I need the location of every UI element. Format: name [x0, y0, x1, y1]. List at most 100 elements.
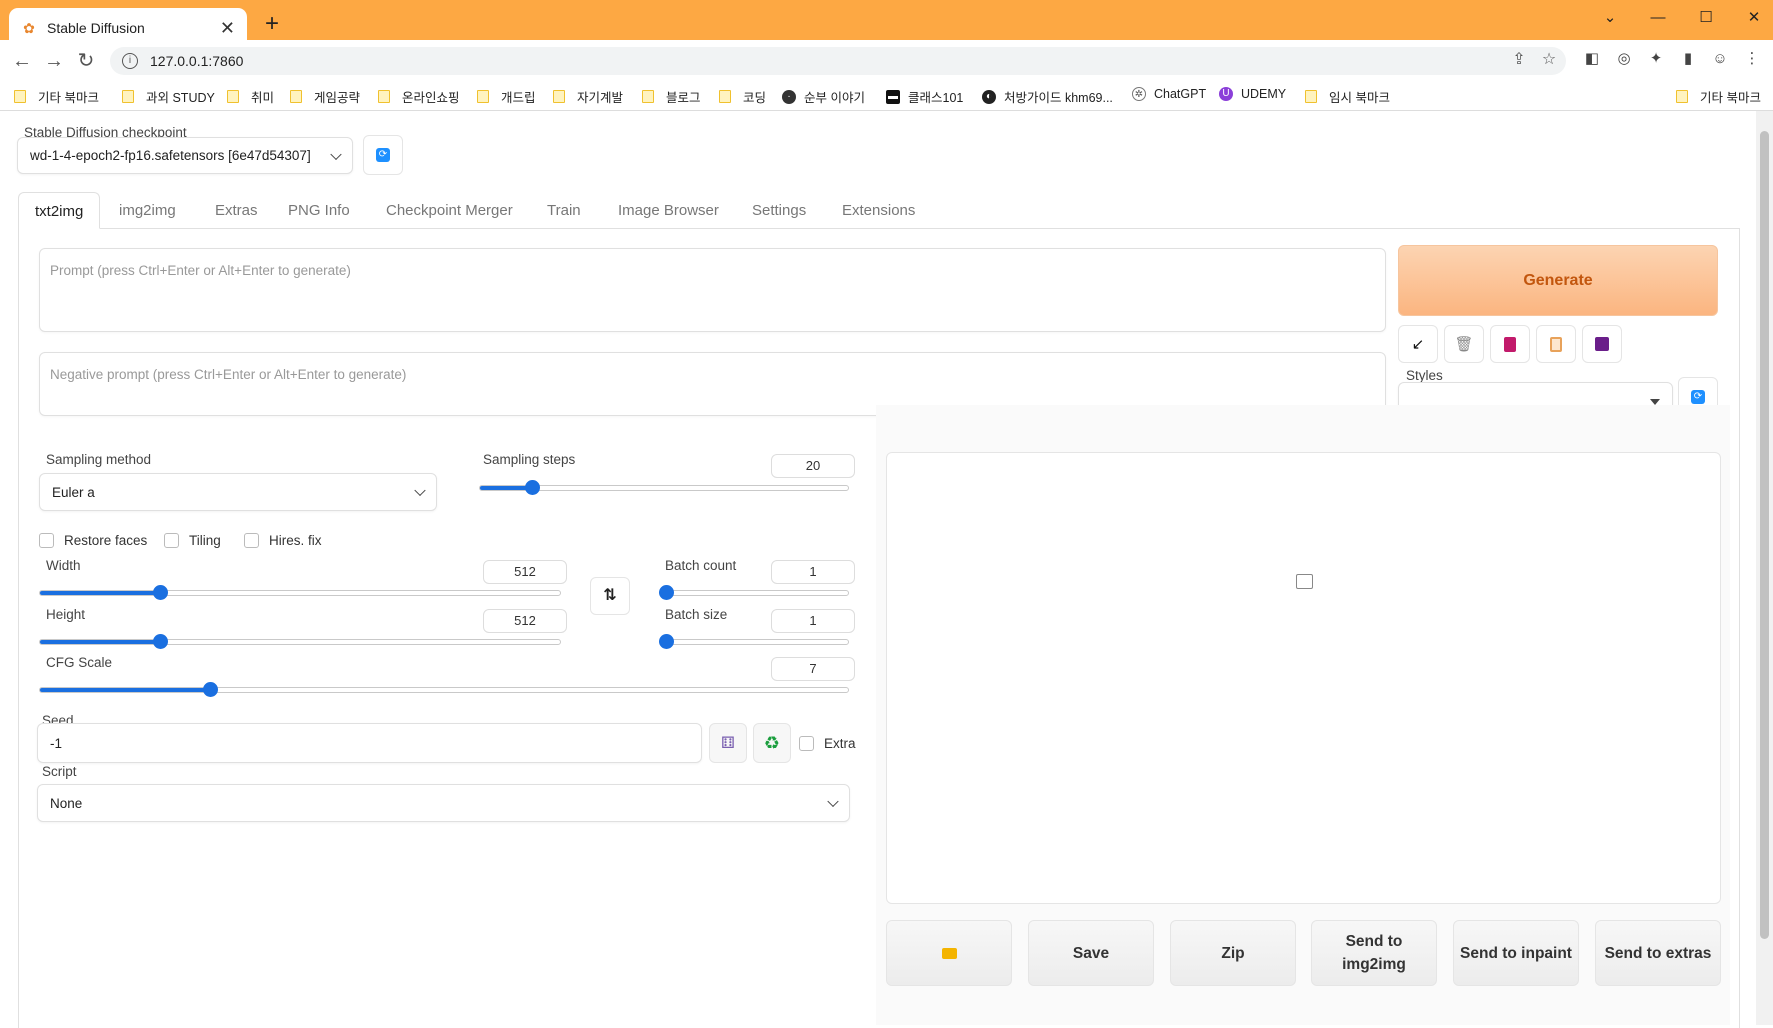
bookmark-item[interactable]: 게임공략: [290, 87, 360, 106]
bookmark-item[interactable]: · 순부 이야기: [782, 87, 865, 106]
bookmark-item[interactable]: 과외 STUDY: [122, 87, 215, 106]
clipboard-icon: [1550, 336, 1562, 352]
bookmark-label: 개드립: [501, 91, 536, 105]
script-select[interactable]: None: [37, 784, 850, 822]
send-to-img2img-button[interactable]: Send to img2img: [1311, 920, 1437, 986]
forward-button[interactable]: →: [40, 48, 68, 74]
menu-kebab-icon[interactable]: ⋮: [1740, 47, 1764, 71]
bookmark-label: UDEMY: [1241, 87, 1287, 101]
profile-avatar[interactable]: ☺: [1708, 47, 1732, 71]
seed-input[interactable]: -1: [37, 723, 702, 763]
slider-knob[interactable]: [202, 682, 218, 697]
tab-txt2img[interactable]: txt2img: [18, 192, 101, 229]
width-slider[interactable]: [39, 585, 561, 600]
page-scrollbar[interactable]: [1756, 111, 1773, 1025]
extension-icon[interactable]: ◧: [1580, 47, 1604, 71]
camera-extension-icon[interactable]: ◎: [1612, 47, 1636, 71]
bookmark-item[interactable]: 취미: [227, 87, 274, 106]
send-to-inpaint-button[interactable]: Send to inpaint: [1453, 920, 1579, 986]
address-bar[interactable]: i 127.0.0.1:7860: [110, 47, 1566, 75]
clear-prompt-button[interactable]: 🗑: [1444, 325, 1484, 363]
extensions-puzzle-icon[interactable]: ✦: [1644, 47, 1668, 71]
close-window-button[interactable]: ✕: [1740, 4, 1768, 32]
back-button[interactable]: ←: [8, 48, 36, 74]
sampling-method-select[interactable]: Euler a: [39, 473, 437, 511]
tab-settings[interactable]: Settings: [736, 192, 822, 229]
checkbox-box[interactable]: [799, 736, 814, 751]
read-params-button[interactable]: ↙: [1398, 325, 1438, 363]
bookmark-item[interactable]: U UDEMY: [1219, 87, 1286, 101]
tab-search-icon[interactable]: ⌄: [1596, 4, 1624, 32]
slider-knob[interactable]: [659, 634, 674, 649]
maximize-button[interactable]: ☐: [1692, 4, 1720, 32]
bookmark-item[interactable]: ✲ ChatGPT: [1132, 87, 1206, 101]
cfg-scale-slider[interactable]: [39, 682, 849, 697]
tab-image-browser[interactable]: Image Browser: [602, 192, 735, 229]
prompt-input[interactable]: Prompt (press Ctrl+Enter or Alt+Enter to…: [39, 248, 1386, 332]
bookmark-item[interactable]: 임시 북마크: [1305, 87, 1390, 106]
hires-fix-checkbox[interactable]: Hires. fix: [244, 533, 322, 548]
checkbox-box[interactable]: [244, 533, 259, 548]
side-panel-icon[interactable]: ▮: [1676, 47, 1700, 71]
tab-checkpoint-merger[interactable]: Checkpoint Merger: [370, 192, 529, 229]
bookmark-item[interactable]: ◐ 처방가이드 khm69...: [982, 87, 1113, 106]
globe-icon: ◐: [982, 89, 996, 104]
save-button[interactable]: Save: [1028, 920, 1154, 986]
send-to-extras-button[interactable]: Send to extras: [1595, 920, 1721, 986]
bookmark-item[interactable]: 기타 북마크: [14, 87, 99, 106]
tab-extras[interactable]: Extras: [199, 192, 274, 229]
checkbox-label: Tiling: [189, 533, 221, 548]
swap-dimensions-button[interactable]: ⇅: [590, 577, 630, 615]
sampling-steps-input[interactable]: 20: [771, 454, 855, 478]
reuse-seed-button[interactable]: ♻: [753, 723, 791, 763]
scrollbar-thumb[interactable]: [1760, 131, 1769, 939]
tab-extensions[interactable]: Extensions: [826, 192, 931, 229]
refresh-checkpoint-button[interactable]: ⟳: [363, 135, 403, 175]
site-info-icon[interactable]: i: [122, 53, 138, 69]
batch-size-input[interactable]: 1: [771, 609, 855, 633]
slider-knob[interactable]: [152, 585, 168, 600]
bookmark-item[interactable]: 개드립: [477, 87, 536, 106]
zip-button[interactable]: Zip: [1170, 920, 1296, 986]
bookmark-item[interactable]: ▬ 클래스101: [886, 87, 963, 106]
random-seed-button[interactable]: ⚅: [709, 723, 747, 763]
checkpoint-select[interactable]: wd-1-4-epoch2-fp16.safetensors [6e47d543…: [17, 137, 353, 174]
tab-png-info[interactable]: PNG Info: [272, 192, 366, 229]
extra-seed-checkbox[interactable]: Extra: [799, 736, 856, 751]
cfg-scale-input[interactable]: 7: [771, 657, 855, 681]
bookmark-item[interactable]: 블로그: [642, 87, 701, 106]
slider-knob[interactable]: [659, 585, 674, 600]
share-icon[interactable]: ⇪: [1508, 48, 1530, 72]
restore-faces-checkbox[interactable]: Restore faces: [39, 533, 147, 548]
tiling-checkbox[interactable]: Tiling: [164, 533, 221, 548]
bookmark-star-icon[interactable]: ☆: [1538, 48, 1560, 72]
minimize-button[interactable]: —: [1644, 4, 1672, 32]
extra-networks-button[interactable]: [1490, 325, 1530, 363]
batch-count-slider[interactable]: [659, 585, 849, 600]
bookmark-item[interactable]: 코딩: [719, 87, 766, 106]
bookmark-item[interactable]: 자기계발: [553, 87, 623, 106]
height-slider[interactable]: [39, 634, 561, 649]
slider-knob[interactable]: [152, 634, 168, 649]
checkbox-box[interactable]: [39, 533, 54, 548]
save-style-button[interactable]: [1582, 325, 1622, 363]
batch-count-input[interactable]: 1: [771, 560, 855, 584]
slider-knob[interactable]: [524, 480, 540, 495]
generate-button[interactable]: Generate: [1398, 245, 1718, 316]
bookmark-label: 코딩: [743, 91, 767, 105]
batch-size-slider[interactable]: [659, 634, 849, 649]
new-tab-button[interactable]: +: [258, 11, 286, 39]
apply-style-button[interactable]: [1536, 325, 1576, 363]
tab-train[interactable]: Train: [531, 192, 597, 229]
height-input[interactable]: 512: [483, 609, 567, 633]
tab-img2img[interactable]: img2img: [103, 192, 192, 229]
width-input[interactable]: 512: [483, 560, 567, 584]
slider-fill: [40, 591, 160, 595]
reload-button[interactable]: ↻: [72, 48, 100, 74]
close-tab-icon[interactable]: ✕: [220, 18, 235, 39]
open-folder-button[interactable]: [886, 920, 1012, 986]
other-bookmarks[interactable]: 기타 북마크: [1676, 87, 1761, 106]
checkbox-box[interactable]: [164, 533, 179, 548]
sampling-steps-slider[interactable]: [479, 480, 849, 495]
bookmark-item[interactable]: 온라인쇼핑: [378, 87, 460, 106]
